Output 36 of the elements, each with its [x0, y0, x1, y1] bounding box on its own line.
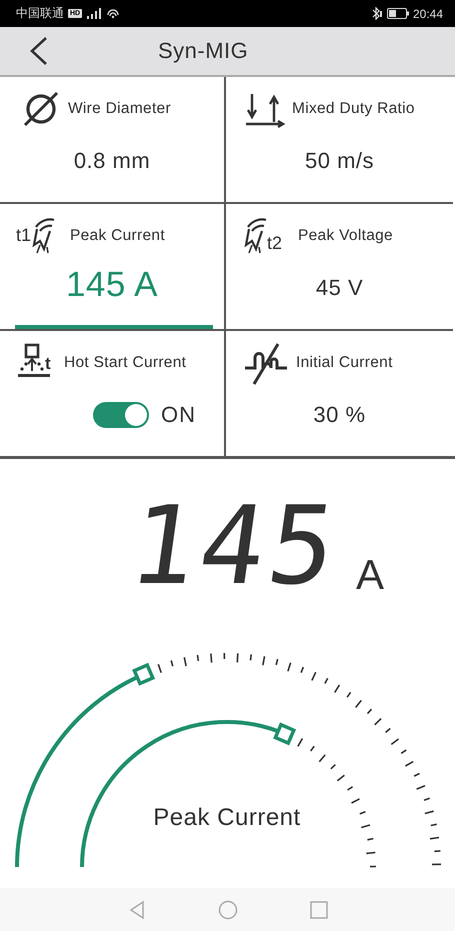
toggle-switch[interactable] [93, 402, 149, 428]
parameter-label: Peak Voltage [298, 227, 393, 245]
current-reading: 145 [124, 497, 346, 597]
parameter-value: 50 m/s [304, 148, 374, 174]
parameter-card[interactable]: Mixed Duty Ratio 50 m/s [226, 77, 453, 204]
parameter-card[interactable]: Wire Diameter 0.8 mm [0, 77, 226, 204]
back-nav-icon[interactable] [128, 900, 146, 920]
toggle-state: ON [161, 402, 196, 428]
gauge-label: Peak Current [153, 804, 301, 831]
parameter-card[interactable]: Initial Current 30 % [226, 331, 453, 456]
parameter-value: 145 A [66, 264, 158, 304]
parameter-label: Wire Diameter [68, 100, 171, 118]
parameter-card[interactable]: t Hot Start Current ON [0, 331, 226, 456]
parameter-label: Peak Current [70, 227, 165, 245]
recents-icon[interactable] [310, 900, 328, 918]
carrier-name: 中国联通 [16, 5, 64, 22]
bluetooth-icon [370, 7, 383, 20]
parameter-card[interactable]: t1 Peak Current 145 A [0, 204, 226, 331]
reading-unit: A [356, 553, 384, 597]
home-icon[interactable] [218, 900, 238, 920]
arrows-axis-icon [244, 92, 286, 128]
parameter-value: 0.8 mm [74, 148, 150, 174]
parameter-card[interactable]: t2 Peak Voltage 45 V [226, 204, 453, 331]
parameter-label: Hot Start Current [64, 354, 186, 372]
parameter-value: 30 % [313, 402, 366, 428]
signal-icon [86, 8, 102, 19]
battery-icon [386, 8, 409, 19]
clock-time: 20:44 [412, 6, 443, 20]
diameter-icon [24, 92, 58, 126]
wifi-icon [106, 8, 120, 20]
pulse-slash-icon [245, 343, 287, 385]
screen-title: Syn-MIG [158, 38, 248, 64]
parameter-label: Initial Current [296, 354, 393, 372]
parameter-label: Mixed Duty Ratio [292, 100, 415, 118]
parameter-value: 45 V [316, 274, 364, 300]
back-icon [28, 36, 48, 66]
